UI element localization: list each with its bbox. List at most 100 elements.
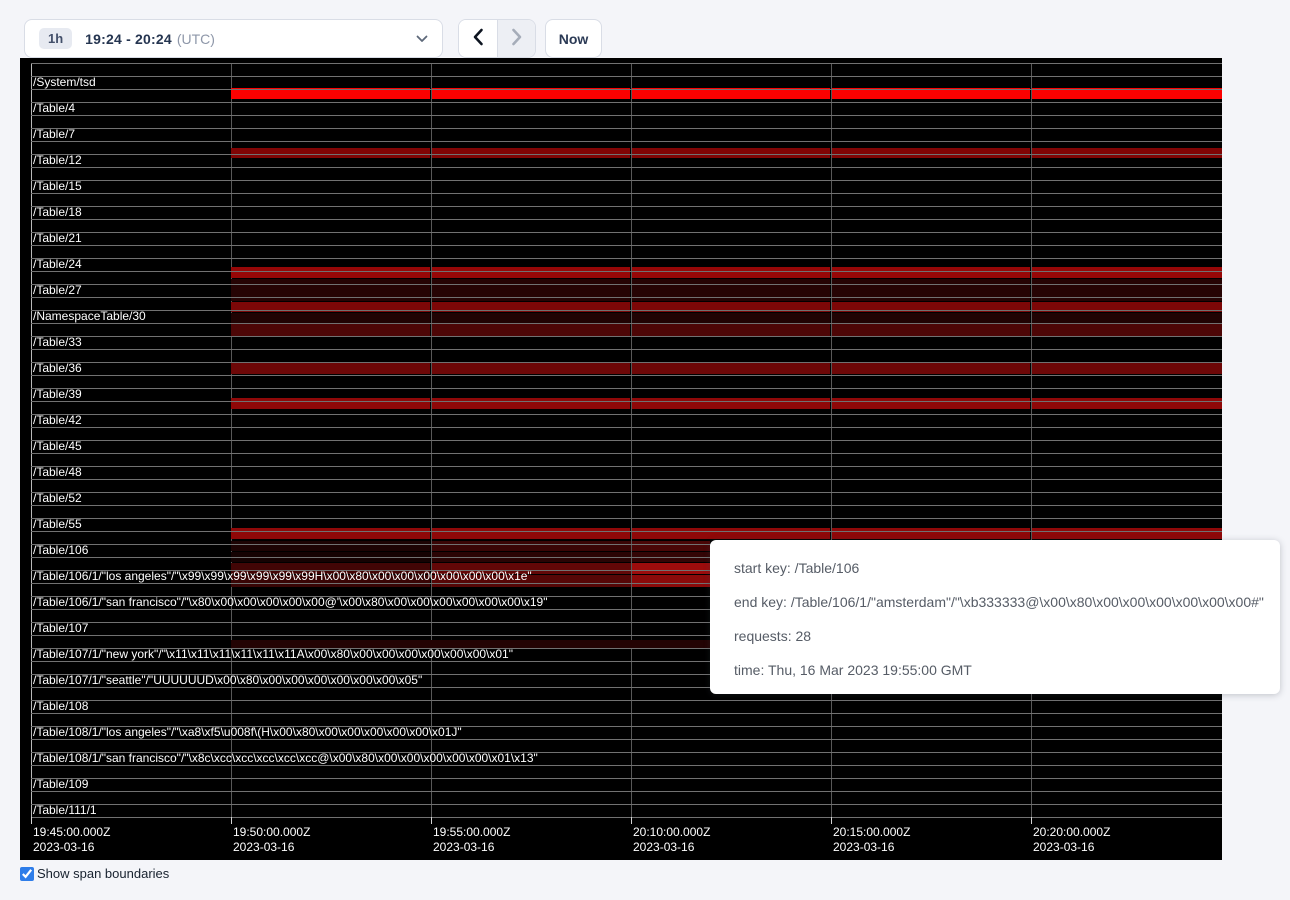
span-boundary-line xyxy=(31,466,1222,467)
next-range-button[interactable] xyxy=(497,20,535,57)
row-label: /Table/48 xyxy=(33,465,82,478)
time-range-nav xyxy=(458,19,536,58)
span-boundary-line xyxy=(31,180,1222,181)
row-label: /Table/107/1/"new york"/"\x11\x11\x11\x1… xyxy=(33,647,513,660)
heatmap-band-segment xyxy=(432,313,630,323)
heatmap-band-segment xyxy=(632,267,830,278)
span-boundary-line xyxy=(31,323,1222,324)
span-boundary-line xyxy=(31,206,1222,207)
axis-tick-mark xyxy=(31,817,32,824)
span-boundary-line xyxy=(31,245,1222,246)
span-boundary-line xyxy=(31,141,1222,142)
span-boundary-line xyxy=(31,349,1222,350)
time-range-utc-suffix: (UTC) xyxy=(177,31,215,47)
span-boundary-line xyxy=(31,284,1222,285)
row-label: /Table/106/1/"los angeles"/"\x99\x99\x99… xyxy=(33,569,532,582)
span-boundary-line xyxy=(31,791,1222,792)
axis-tick-label: 19:55:00.000Z2023-03-16 xyxy=(433,825,510,855)
span-boundary-line xyxy=(31,453,1222,454)
span-boundary-line xyxy=(31,778,1222,779)
span-boundary-line xyxy=(31,63,1222,64)
axis-tick-mark xyxy=(231,817,232,824)
row-label: /Table/39 xyxy=(33,387,82,400)
time-range-label: 19:24 - 20:24 xyxy=(85,31,172,47)
heatmap-band-segment xyxy=(231,313,430,323)
row-label: /Table/21 xyxy=(33,231,82,244)
row-label: /Table/108/1/"los angeles"/"\xa8\xf5\u00… xyxy=(33,725,462,738)
heatmap-band-segment xyxy=(632,563,710,574)
span-boundary-line xyxy=(31,765,1222,766)
row-label: /Table/45 xyxy=(33,439,82,452)
heatmap-band-segment xyxy=(1032,398,1222,409)
span-boundary-line xyxy=(31,258,1222,259)
row-label: /Table/33 xyxy=(33,335,82,348)
span-boundary-line xyxy=(31,271,1222,272)
row-label: /Table/7 xyxy=(33,127,75,140)
span-boundary-line xyxy=(31,414,1222,415)
axis-tick-label: 19:50:00.000Z2023-03-16 xyxy=(233,825,310,855)
heatmap-band-segment xyxy=(632,398,830,409)
heatmap-band-segment xyxy=(432,324,630,336)
heatmap-band-segment xyxy=(632,324,830,336)
time-range-duration-badge: 1h xyxy=(39,28,72,49)
span-boundary-line xyxy=(31,375,1222,376)
heatmap-band-segment xyxy=(432,148,630,158)
row-label: /Table/111/1 xyxy=(33,803,97,816)
span-boundary-line xyxy=(31,531,1222,532)
span-boundary-line xyxy=(31,102,1222,103)
span-boundary-line xyxy=(31,128,1222,129)
time-range-selector[interactable]: 1h 19:24 - 20:24 (UTC) xyxy=(24,19,443,58)
show-span-boundaries-checkbox[interactable] xyxy=(20,867,34,881)
heatmap-band-segment xyxy=(1032,267,1222,278)
row-label: /Table/24 xyxy=(33,257,82,270)
row-label: /Table/15 xyxy=(33,179,82,192)
tooltip-end-key: end key: /Table/106/1/"amsterdam"/"\xb33… xyxy=(734,585,1262,619)
chevron-right-icon xyxy=(511,28,523,49)
heatmap-band-segment xyxy=(432,541,631,551)
heatmap-band-segment xyxy=(632,575,710,587)
row-label: /Table/55 xyxy=(33,517,82,530)
span-boundary-line xyxy=(31,232,1222,233)
span-boundary-line xyxy=(31,479,1222,480)
tooltip-time: time: Thu, 16 Mar 2023 19:55:00 GMT xyxy=(734,653,1262,687)
span-boundary-line xyxy=(31,739,1222,740)
show-span-boundaries-toggle[interactable]: Show span boundaries xyxy=(20,866,169,881)
now-button[interactable]: Now xyxy=(545,19,602,58)
span-boundary-line xyxy=(31,804,1222,805)
row-label: /Table/12 xyxy=(33,153,82,166)
heatmap-band-segment xyxy=(1032,324,1222,336)
axis-tick-mark xyxy=(1031,817,1032,824)
row-label: /Table/106/1/"san francisco"/"\x80\x00\x… xyxy=(33,595,548,608)
heatmap-band-segment xyxy=(832,528,1030,539)
axis-tick-label: 20:10:00.000Z2023-03-16 xyxy=(633,825,710,855)
heatmap-band-segment xyxy=(632,541,710,551)
key-visualizer-canvas[interactable]: /System/tsd/Table/4/Table/7/Table/12/Tab… xyxy=(20,58,1222,860)
span-boundary-line xyxy=(31,700,1222,701)
heatmap-band-segment xyxy=(231,528,430,539)
span-boundary-line xyxy=(31,492,1222,493)
span-boundary-line xyxy=(31,310,1222,311)
row-label: /Table/27 xyxy=(33,283,82,296)
span-boundary-line xyxy=(31,518,1222,519)
span-boundary-line xyxy=(31,362,1222,363)
row-label: /Table/36 xyxy=(33,361,82,374)
axis-tick-mark xyxy=(631,817,632,824)
span-boundary-line xyxy=(31,713,1222,714)
span-tooltip: start key: /Table/106 end key: /Table/10… xyxy=(710,540,1280,694)
span-boundary-line xyxy=(31,297,1222,298)
span-boundary-line xyxy=(31,219,1222,220)
previous-range-button[interactable] xyxy=(459,20,497,57)
heatmap-band-segment xyxy=(231,267,430,278)
row-label: /Table/42 xyxy=(33,413,82,426)
row-label: /Table/18 xyxy=(33,205,82,218)
heatmap-band-segment xyxy=(832,362,1030,374)
heatmap-band-segment xyxy=(432,528,630,539)
heatmap-band-segment xyxy=(231,398,430,409)
span-boundary-line xyxy=(31,427,1222,428)
span-boundary-line xyxy=(31,154,1222,155)
span-boundary-line xyxy=(31,505,1222,506)
heatmap-band-segment xyxy=(231,362,430,374)
axis-tick-mark xyxy=(831,817,832,824)
heatmap-band-segment xyxy=(832,324,1030,336)
span-boundary-line xyxy=(31,167,1222,168)
